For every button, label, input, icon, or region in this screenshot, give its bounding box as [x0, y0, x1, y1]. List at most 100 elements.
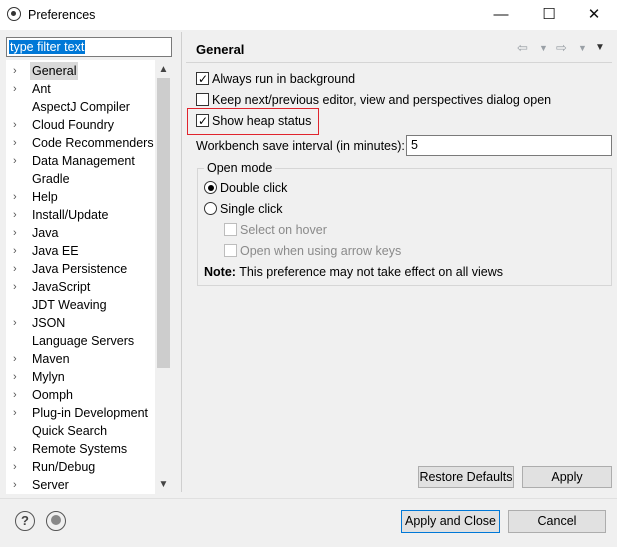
checkbox-disabled-icon[interactable]: [224, 223, 237, 236]
help-icon[interactable]: ?: [15, 511, 35, 531]
tree-item-label: Ant: [32, 82, 51, 96]
apply-button[interactable]: Apply: [522, 466, 612, 488]
always-run-bg-label: Always run in background: [212, 72, 356, 86]
tree-item-java-ee[interactable]: › Java EE: [6, 242, 156, 260]
tree-item-label: Data Management: [32, 154, 135, 168]
tree-item-label: Run/Debug: [32, 460, 96, 474]
tree-item-label: Install/Update: [32, 208, 109, 222]
note-bold: Note:: [204, 265, 236, 279]
chevron-right-icon[interactable]: ›: [13, 206, 23, 224]
tree-item-label: JSON: [32, 316, 66, 330]
tree-item-label: Help: [32, 190, 58, 204]
radio-unselected-icon[interactable]: [204, 202, 217, 215]
tree-item-maven[interactable]: › Maven: [6, 350, 156, 368]
chevron-right-icon[interactable]: ›: [13, 62, 23, 80]
checkbox-disabled-icon[interactable]: [224, 244, 237, 257]
single-click-label: Single click: [220, 202, 283, 216]
tree-item-label: JavaScript: [32, 280, 91, 294]
keep-next-prev-label: Keep next/previous editor, view and pers…: [212, 93, 552, 107]
close-button[interactable]: ✕: [580, 4, 608, 26]
cancel-button[interactable]: Cancel: [508, 510, 606, 533]
chevron-right-icon[interactable]: ›: [13, 476, 23, 494]
scroll-down-icon[interactable]: ▼: [155, 477, 172, 493]
chevron-right-icon[interactable]: ›: [13, 386, 23, 404]
tree-item-label: Java Persistence: [32, 262, 128, 276]
tree-item-general[interactable]: › General: [6, 62, 156, 80]
tree-item-plug-in-development[interactable]: › Plug-in Development: [6, 404, 156, 422]
chevron-right-icon[interactable]: ›: [13, 404, 23, 422]
tree-item-mylyn[interactable]: › Mylyn: [6, 368, 156, 386]
tree-item-jdt-weaving[interactable]: JDT Weaving: [6, 296, 156, 314]
note-body: This preference may not take effect on a…: [235, 265, 503, 279]
chevron-right-icon[interactable]: ›: [13, 224, 23, 242]
tree-item-gradle[interactable]: Gradle: [6, 170, 156, 188]
scroll-up-icon[interactable]: ▲: [155, 62, 172, 78]
pane-divider[interactable]: [181, 32, 182, 492]
note-text: Note: This preference may not take effec…: [204, 265, 503, 279]
back-arrow-icon[interactable]: ⇦: [517, 40, 528, 56]
chevron-right-icon[interactable]: ›: [13, 152, 23, 170]
tree-item-server[interactable]: › Server: [6, 476, 156, 494]
tree-item-label: Cloud Foundry: [32, 118, 114, 132]
tree-item-label: Java EE: [32, 244, 79, 258]
tree-item-json[interactable]: › JSON: [6, 314, 156, 332]
checkbox-unchecked-icon[interactable]: [196, 93, 209, 106]
import-export-icon[interactable]: [46, 511, 66, 531]
tree-item-run-debug[interactable]: › Run/Debug: [6, 458, 156, 476]
preference-tree[interactable]: › General › Ant AspectJ Compiler › Cloud Found…: [6, 60, 172, 494]
radio-selected-icon[interactable]: [204, 181, 217, 194]
scroll-thumb[interactable]: [157, 78, 170, 368]
tree-item-label: Language Servers: [32, 334, 135, 348]
tree-item-data-management[interactable]: › Data Management: [6, 152, 156, 170]
checkbox-checked-icon[interactable]: [196, 70, 209, 88]
tree-item-cloud-foundry[interactable]: › Cloud Foundry: [6, 116, 156, 134]
tree-item-label: Gradle: [32, 172, 70, 186]
chevron-right-icon[interactable]: ›: [13, 242, 23, 260]
chevron-right-icon[interactable]: ›: [13, 116, 23, 134]
tree-item-aspectj-compiler[interactable]: AspectJ Compiler: [6, 98, 156, 116]
forward-arrow-icon[interactable]: ⇨: [556, 40, 567, 56]
chevron-right-icon[interactable]: ›: [13, 314, 23, 332]
chevron-right-icon[interactable]: ›: [13, 80, 23, 98]
chevron-right-icon[interactable]: ›: [13, 134, 23, 152]
footer-separator: [0, 498, 617, 499]
tree-item-label: Remote Systems: [32, 442, 128, 456]
app-icon: [7, 7, 21, 21]
tree-item-oomph[interactable]: › Oomph: [6, 386, 156, 404]
filter-input-text: type filter text: [9, 40, 86, 54]
maximize-button[interactable]: ☐: [535, 4, 563, 26]
tree-item-javascript[interactable]: › JavaScript: [6, 278, 156, 296]
chevron-right-icon[interactable]: ›: [13, 350, 23, 368]
restore-defaults-button[interactable]: Restore Defaults: [418, 466, 514, 488]
tree-item-label: JDT Weaving: [32, 298, 107, 312]
workbench-interval-input[interactable]: 5: [406, 135, 612, 156]
header-separator: [186, 62, 612, 63]
tree-item-quick-search[interactable]: Quick Search: [6, 422, 156, 440]
tree-item-language-servers[interactable]: Language Servers: [6, 332, 156, 350]
filter-input[interactable]: type filter text: [6, 37, 172, 57]
minimize-button[interactable]: —: [487, 4, 515, 26]
tree-item-install-update[interactable]: › Install/Update: [6, 206, 156, 224]
chevron-right-icon[interactable]: ›: [13, 188, 23, 206]
tree-item-java-persistence[interactable]: › Java Persistence: [6, 260, 156, 278]
chevron-right-icon[interactable]: ›: [13, 260, 23, 278]
open-mode-title: Open mode: [204, 161, 276, 175]
highlight-box: [187, 108, 319, 135]
chevron-right-icon[interactable]: ›: [13, 458, 23, 476]
tree-item-label: Quick Search: [32, 424, 108, 438]
chevron-right-icon[interactable]: ›: [13, 368, 23, 386]
chevron-right-icon[interactable]: ›: [13, 440, 23, 458]
tree-item-java[interactable]: › Java: [6, 224, 156, 242]
view-menu-icon[interactable]: ▼: [595, 42, 605, 53]
tree-item-code-recommenders[interactable]: › Code Recommenders: [6, 134, 156, 152]
tree-item-remote-systems[interactable]: › Remote Systems: [6, 440, 156, 458]
tree-item-help[interactable]: › Help: [6, 188, 156, 206]
tree-item-label: General: [30, 62, 79, 80]
back-menu-icon[interactable]: ▼: [539, 43, 548, 53]
forward-menu-icon[interactable]: ▼: [578, 43, 587, 53]
apply-and-close-button[interactable]: Apply and Close: [401, 510, 500, 533]
tree-item-label: Code Recommenders: [32, 136, 154, 150]
tree-item-ant[interactable]: › Ant: [6, 80, 156, 98]
chevron-right-icon[interactable]: ›: [13, 278, 23, 296]
workbench-interval-label: Workbench save interval (in minutes):: [196, 139, 405, 153]
